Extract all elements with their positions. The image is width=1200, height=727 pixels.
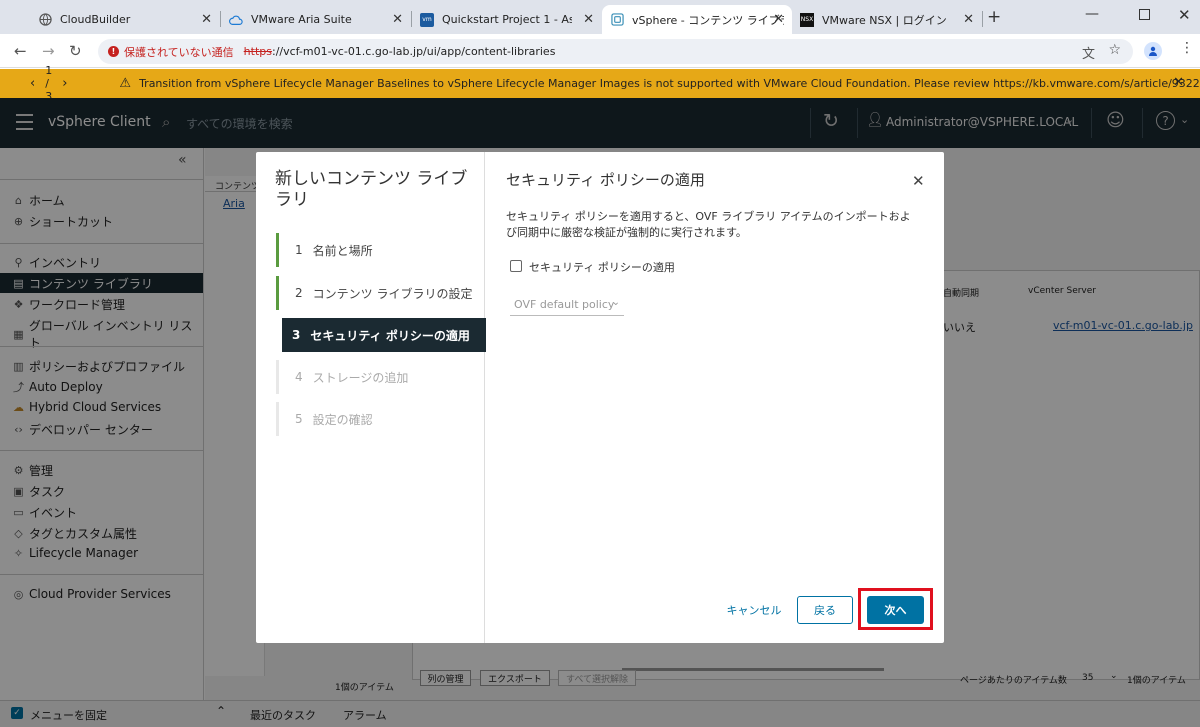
- address-bar-row: ← → ↻ ! 保護されていない通信 https://vcf-m01-vc-01…: [0, 34, 1200, 68]
- browser-tab-bar: CloudBuilder ✕ VMware Aria Suite ✕ vm Qu…: [0, 0, 1200, 34]
- cancel-button[interactable]: キャンセル: [719, 596, 789, 624]
- wizard-step-4: 4 ストレージの追加: [276, 360, 486, 394]
- url-field[interactable]: ! 保護されていない通信 https://vcf-m01-vc-01.c.go-…: [98, 39, 1133, 64]
- nsx-icon: NSX: [800, 12, 814, 27]
- policy-select[interactable]: OVF default policy ⌄: [510, 297, 624, 316]
- more-menu-icon[interactable]: ⋮: [1180, 40, 1194, 56]
- chevron-left-icon[interactable]: ‹: [30, 76, 35, 91]
- tab-title: VMware Aria Suite: [251, 13, 352, 26]
- back-arrow-icon[interactable]: ←: [14, 42, 27, 60]
- banner-message: Transition from vSphere Lifecycle Manage…: [139, 77, 1200, 90]
- tab-title: VMware NSX | ログイン: [822, 13, 947, 27]
- close-icon[interactable]: ✕: [201, 12, 212, 27]
- close-icon[interactable]: ✕: [963, 12, 974, 27]
- next-button[interactable]: 次へ: [867, 596, 924, 624]
- cloud-icon: [229, 13, 243, 27]
- translate-icon[interactable]: ⽂: [1082, 43, 1095, 62]
- chevron-right-icon[interactable]: ›: [62, 76, 67, 91]
- warning-triangle-icon: ⚠: [119, 76, 132, 91]
- profile-icon[interactable]: [1144, 42, 1162, 60]
- tab-title: CloudBuilder: [60, 13, 131, 26]
- vmware-icon: vm: [420, 12, 434, 27]
- apply-policy-checkbox[interactable]: [510, 260, 522, 272]
- close-icon[interactable]: ✕: [583, 12, 594, 27]
- wizard-step-5: 5 設定の確認: [276, 402, 486, 436]
- wizard-step-2[interactable]: 2 コンテンツ ライブラリの設定: [276, 276, 486, 310]
- vsphere-icon: [610, 13, 624, 27]
- wizard-step-1[interactable]: 1 名前と場所: [276, 233, 486, 267]
- minimize-button[interactable]: —: [1085, 6, 1099, 22]
- chevron-down-icon: ⌄: [611, 297, 620, 308]
- url-text: https://vcf-m01-vc-01.c.go-lab.jp/ui/app…: [244, 45, 556, 58]
- tab-cloudbuilder[interactable]: CloudBuilder ✕: [30, 5, 220, 34]
- forward-arrow-icon[interactable]: →: [42, 42, 55, 60]
- security-warning[interactable]: ! 保護されていない通信: [108, 44, 234, 60]
- tab-nsx[interactable]: NSX VMware NSX | ログイン ✕: [792, 5, 982, 34]
- close-icon[interactable]: ✕: [392, 12, 403, 27]
- globe-icon: [38, 13, 52, 27]
- page-description: セキュリティ ポリシーを適用すると、OVF ライブラリ アイテムのインポートおよ…: [506, 210, 911, 239]
- window-close-button[interactable]: ✕: [1178, 6, 1191, 24]
- star-icon[interactable]: ☆: [1108, 42, 1121, 58]
- wizard-step-3[interactable]: 3 セキュリティ ポリシーの適用: [282, 318, 486, 352]
- security-label: 保護されていない通信: [124, 45, 234, 59]
- tab-vsphere[interactable]: vSphere - コンテンツ ライブラリ ✕: [602, 5, 792, 34]
- new-content-library-wizard: 新しいコンテンツ ライブラリ 1 名前と場所 2 コンテンツ ライブラリの設定 3セ…: [256, 152, 944, 643]
- tab-separator: [982, 11, 983, 27]
- url-scheme: https: [243, 45, 272, 58]
- tab-aria-suite[interactable]: VMware Aria Suite ✕: [221, 5, 411, 34]
- close-icon[interactable]: ✕: [1173, 75, 1184, 90]
- tab-quickstart[interactable]: vm Quickstart Project 1 - Assemble ✕: [412, 5, 602, 34]
- tab-title: Quickstart Project 1 - Assemble: [442, 13, 572, 26]
- maximize-button[interactable]: [1139, 9, 1150, 20]
- url-path: ://vcf-m01-vc-01.c.go-lab.jp/ui/app/cont…: [271, 45, 556, 58]
- back-button[interactable]: 戻る: [797, 596, 853, 624]
- wizard-steps-pane: 新しいコンテンツ ライブラリ 1 名前と場所 2 コンテンツ ライブラリの設定 3セ…: [256, 152, 486, 643]
- warning-banner: ‹ 1 / 3 › ⚠ Transition from vSphere Life…: [0, 64, 1200, 103]
- wizard-title: 新しいコンテンツ ライブラリ: [275, 169, 468, 210]
- close-icon[interactable]: ✕: [912, 172, 925, 190]
- tab-title: vSphere - コンテンツ ライブラリ: [632, 13, 784, 27]
- close-icon[interactable]: ✕: [773, 12, 784, 27]
- reload-icon[interactable]: ↻: [69, 42, 82, 60]
- apply-policy-label[interactable]: セキュリティ ポリシーの適用: [529, 259, 675, 275]
- warning-icon: !: [108, 46, 119, 57]
- new-tab-button[interactable]: +: [987, 7, 1001, 27]
- page-title: セキュリティ ポリシーの適用: [506, 171, 705, 189]
